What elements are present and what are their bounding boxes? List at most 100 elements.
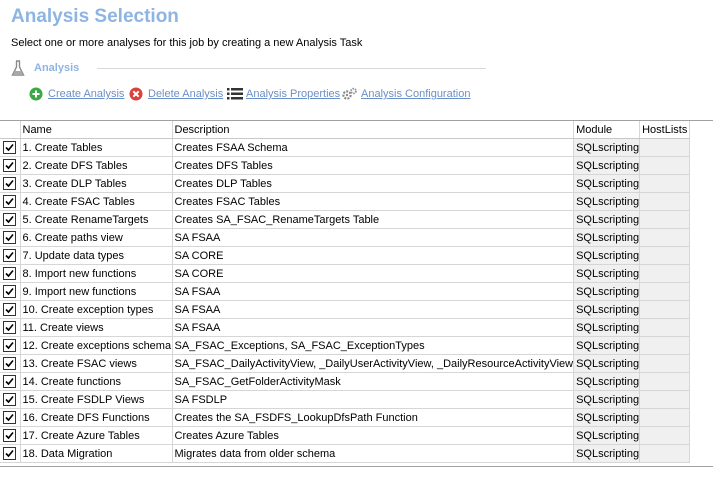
cell-hostlists	[639, 336, 691, 355]
cell-description: Creates DLP Tables	[172, 174, 575, 193]
row-checkbox[interactable]	[3, 141, 17, 154]
table-header-row: Name Description Module HostLists	[0, 121, 691, 139]
row-checkbox-cell	[0, 210, 21, 229]
column-header-name[interactable]: Name	[20, 121, 173, 139]
cell-name: 15. Create FSDLP Views	[20, 390, 173, 409]
column-header-description[interactable]: Description	[172, 121, 575, 139]
table-row[interactable]: 1. Create Tables Creates FSAA Schema SQLsc…	[0, 138, 691, 157]
cell-module: SQLscripting	[573, 246, 641, 265]
cell-name: 17. Create Azure Tables	[20, 426, 173, 445]
cell-description: Creates FSAA Schema	[172, 138, 575, 157]
row-checkbox[interactable]	[3, 357, 17, 370]
table-row[interactable]: 17. Create Azure Tables Creates Azure Tab…	[0, 426, 691, 445]
table-row[interactable]: 6. Create paths view SA FSAA SQLscripting	[0, 228, 691, 247]
cell-name: 13. Create FSAC views	[20, 354, 173, 373]
cell-name: 2. Create DFS Tables	[20, 156, 173, 175]
cell-hostlists	[639, 444, 691, 463]
table-row[interactable]: 7. Update data types SA CORE SQLscripting	[0, 246, 691, 265]
table-row[interactable]: 8. Import new functions SA CORE SQLscripti…	[0, 264, 691, 283]
cell-hostlists	[639, 372, 691, 391]
cell-module: SQLscripting	[573, 300, 641, 319]
cell-module: SQLscripting	[573, 264, 641, 283]
cell-hostlists	[639, 300, 691, 319]
cell-name: 10. Create exception types	[20, 300, 173, 319]
row-checkbox-cell	[0, 444, 21, 463]
table-row[interactable]: 15. Create FSDLP Views SA FSDLP SQLscripti…	[0, 390, 691, 409]
cell-module: SQLscripting	[573, 210, 641, 229]
cell-module: SQLscripting	[573, 192, 641, 211]
create-analysis-button[interactable]: Create Analysis	[29, 86, 124, 102]
row-checkbox[interactable]	[3, 429, 17, 442]
table-row[interactable]: 18. Data Migration Migrates data from old…	[0, 444, 691, 463]
cell-hostlists	[639, 264, 691, 283]
table-row[interactable]: 5. Create RenameTargets Creates SA_FSAC_R…	[0, 210, 691, 229]
row-checkbox[interactable]	[3, 411, 17, 424]
cell-hostlists	[639, 210, 691, 229]
row-checkbox[interactable]	[3, 285, 17, 298]
row-checkbox[interactable]	[3, 393, 17, 406]
cell-hostlists	[639, 318, 691, 337]
row-checkbox-cell	[0, 246, 21, 265]
cell-description: SA_FSAC_DailyActivityView, _DailyUserAct…	[172, 354, 575, 373]
cell-description: SA_FSAC_GetFolderActivityMask	[172, 372, 575, 391]
section-divider	[97, 68, 486, 69]
cell-description: Creates the SA_FSDFS_LookupDfsPath Funct…	[172, 408, 575, 427]
analysis-configuration-label: Analysis Configuration	[361, 88, 471, 100]
cell-module: SQLscripting	[573, 390, 641, 409]
table-row[interactable]: 12. Create exceptions schema SA_FSAC_Exce…	[0, 336, 691, 355]
cell-hostlists	[639, 138, 691, 157]
row-checkbox[interactable]	[3, 339, 17, 352]
table-row[interactable]: 16. Create DFS Functions Creates the SA_F…	[0, 408, 691, 427]
cell-hostlists	[639, 408, 691, 427]
row-checkbox[interactable]	[3, 321, 17, 334]
cell-description: SA FSAA	[172, 318, 575, 337]
cell-hostlists	[639, 156, 691, 175]
table-row[interactable]: 2. Create DFS Tables Creates DFS Tables SQ…	[0, 156, 691, 175]
table-row[interactable]: 13. Create FSAC views SA_FSAC_DailyActivi…	[0, 354, 691, 373]
table-row[interactable]: 10. Create exception types SA FSAA SQLscri…	[0, 300, 691, 319]
cell-description: SA CORE	[172, 246, 575, 265]
analysis-configuration-button[interactable]: Analysis Configuration	[342, 86, 470, 102]
analysis-properties-button[interactable]: Analysis Properties	[227, 86, 340, 102]
cell-hostlists	[639, 246, 691, 265]
cell-module: SQLscripting	[573, 174, 641, 193]
table-row[interactable]: 4. Create FSAC Tables Creates FSAC Tables…	[0, 192, 691, 211]
delete-analysis-button[interactable]: Delete Analysis	[129, 86, 223, 102]
table-row[interactable]: 9. Import new functions SA FSAA SQLscripti…	[0, 282, 691, 301]
gears-icon	[342, 87, 357, 101]
cell-hostlists	[639, 228, 691, 247]
row-checkbox[interactable]	[3, 249, 17, 262]
row-checkbox[interactable]	[3, 447, 17, 460]
row-checkbox-cell	[0, 192, 21, 211]
column-header-module[interactable]: Module	[573, 121, 641, 139]
column-header-hostlists[interactable]: HostLists	[639, 121, 691, 139]
row-checkbox-cell	[0, 138, 21, 157]
row-checkbox[interactable]	[3, 213, 17, 226]
row-checkbox[interactable]	[3, 177, 17, 190]
cell-name: 11. Create views	[20, 318, 173, 337]
row-checkbox-cell	[0, 390, 21, 409]
row-checkbox-cell	[0, 426, 21, 445]
analysis-section-header: Analysis	[11, 59, 486, 79]
row-checkbox-cell	[0, 174, 21, 193]
row-checkbox[interactable]	[3, 375, 17, 388]
cell-module: SQLscripting	[573, 444, 641, 463]
row-checkbox[interactable]	[3, 159, 17, 172]
row-checkbox[interactable]	[3, 231, 17, 244]
cell-module: SQLscripting	[573, 282, 641, 301]
table-row[interactable]: 11. Create views SA FSAA SQLscripting	[0, 318, 691, 337]
table-row[interactable]: 3. Create DLP Tables Creates DLP Tables SQ…	[0, 174, 691, 193]
row-checkbox[interactable]	[3, 303, 17, 316]
row-checkbox-cell	[0, 156, 21, 175]
row-checkbox[interactable]	[3, 267, 17, 280]
page-subtitle: Select one or more analyses for this job…	[11, 37, 363, 49]
cell-name: 4. Create FSAC Tables	[20, 192, 173, 211]
table-row[interactable]: 14. Create functions SA_FSAC_GetFolderAct…	[0, 372, 691, 391]
cell-description: SA FSAA	[172, 300, 575, 319]
cell-module: SQLscripting	[573, 138, 641, 157]
cell-description: Creates SA_FSAC_RenameTargets Table	[172, 210, 575, 229]
analysis-properties-label: Analysis Properties	[246, 88, 341, 100]
section-label: Analysis	[34, 62, 80, 74]
row-checkbox[interactable]	[3, 195, 17, 208]
cell-description: Migrates data from older schema	[172, 444, 575, 463]
